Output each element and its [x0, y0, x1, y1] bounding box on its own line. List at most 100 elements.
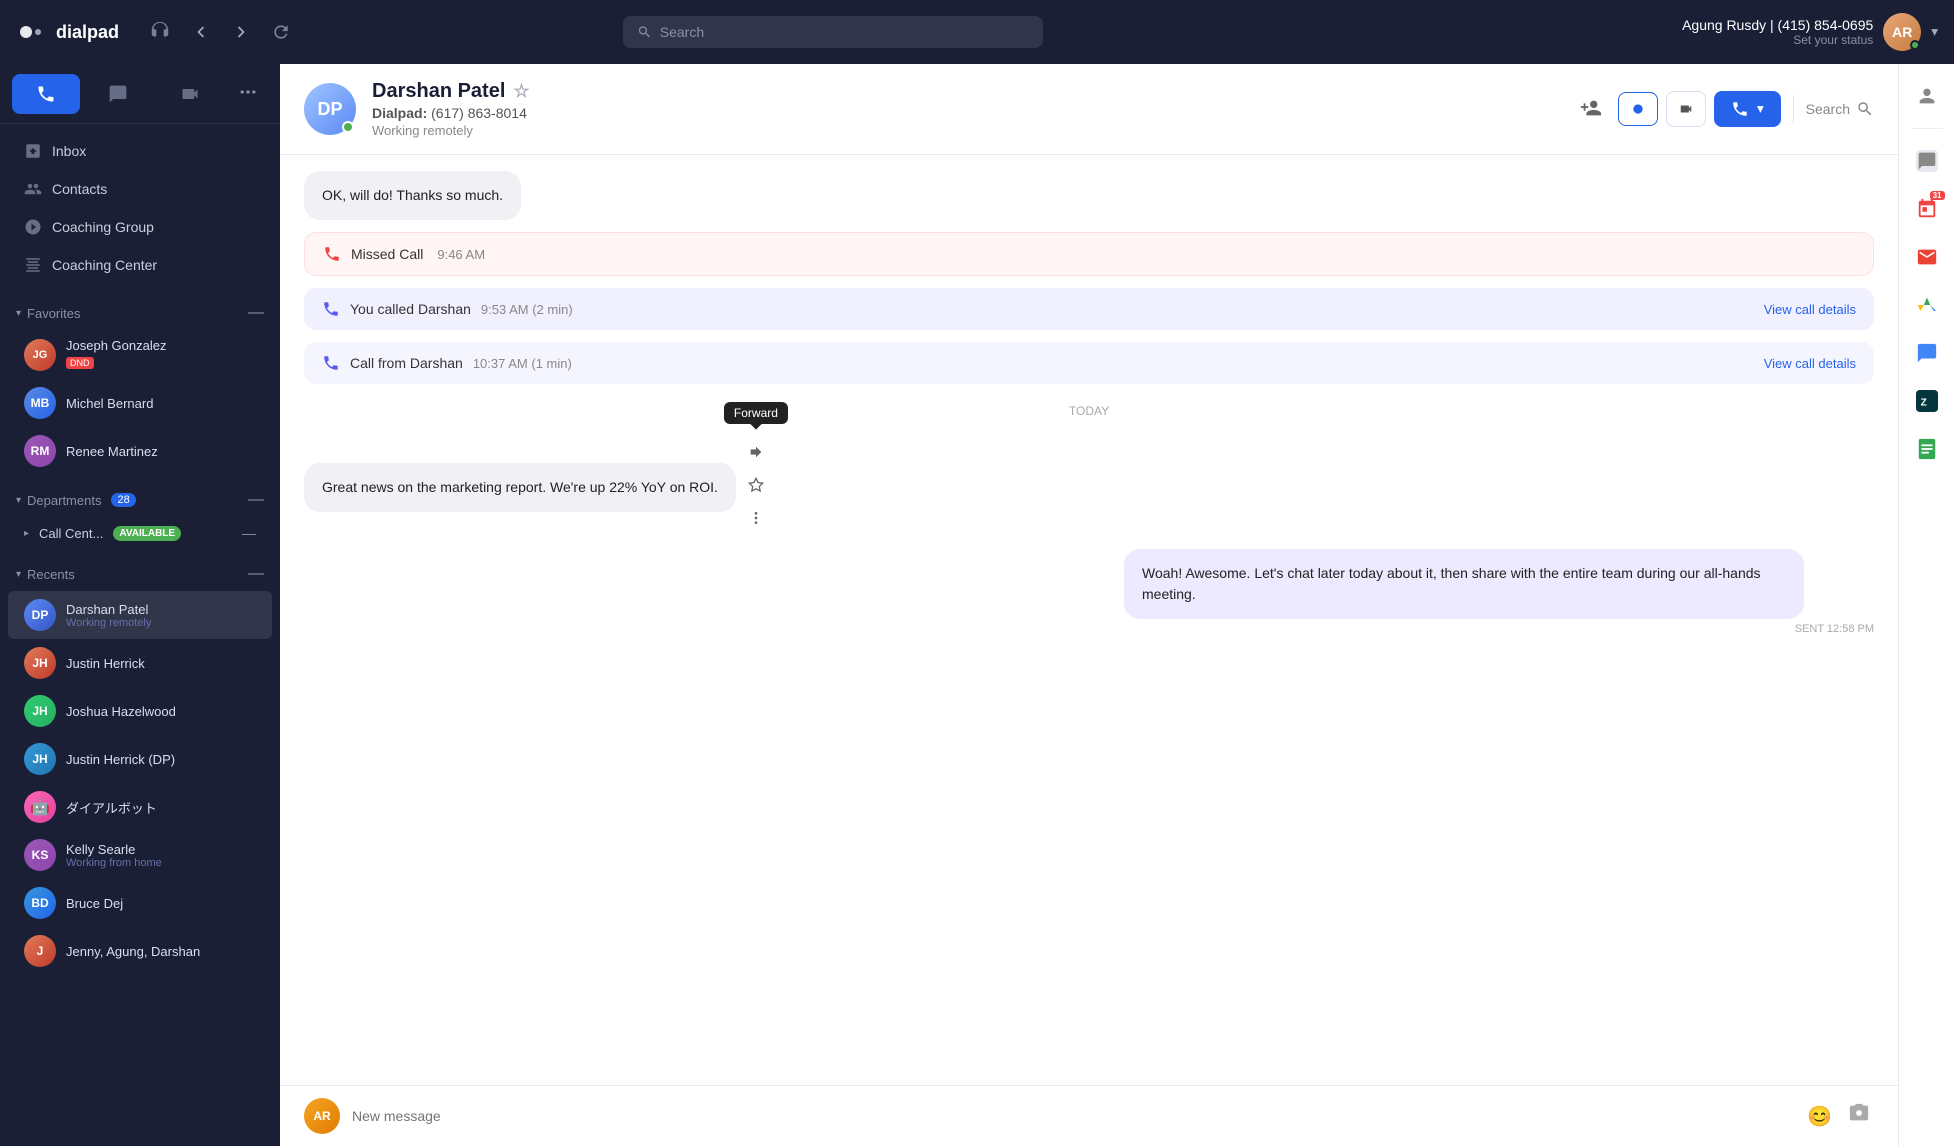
right-sheets-button[interactable]	[1907, 429, 1947, 469]
departments-label: Departments	[27, 493, 101, 508]
contact-avatar-bot: 🤖	[24, 791, 56, 823]
dept-collapse-icon[interactable]: —	[242, 525, 256, 541]
contact-info-bot: ダイアルボット	[66, 798, 256, 817]
right-sidebar: 31 Z	[1898, 64, 1954, 1146]
message-input-area: AR 😊	[280, 1085, 1898, 1146]
departments-header[interactable]: ▾ Departments 28 —	[0, 483, 280, 517]
contact-michel-bernard[interactable]: MB Michel Bernard	[8, 379, 272, 427]
headset-icon[interactable]	[143, 15, 177, 49]
recent-justin-herrick-dp[interactable]: JH Justin Herrick (DP)	[8, 735, 272, 783]
dept-call-center[interactable]: ▸ Call Cent... AVAILABLE —	[8, 517, 272, 549]
sidebar-item-label-contacts: Contacts	[52, 181, 107, 197]
contact-name-bruce: Bruce Dej	[66, 896, 256, 911]
video-button[interactable]	[1666, 91, 1706, 127]
contact-name-justin: Justin Herrick	[66, 656, 256, 671]
favorites-header[interactable]: ▾ Favorites —	[0, 296, 280, 330]
missed-call-time: 9:46 AM	[437, 247, 485, 262]
messages-area: OK, will do! Thanks so much. Missed Call…	[280, 155, 1898, 1085]
add-person-button[interactable]	[1572, 89, 1610, 130]
recent-darshan-patel[interactable]: DP Darshan Patel Working remotely	[8, 591, 272, 639]
recents-header[interactable]: ▾ Recents —	[0, 557, 280, 591]
dept-name: Call Cent...	[39, 526, 103, 541]
tab-more[interactable]	[228, 72, 268, 115]
tab-chat[interactable]	[84, 74, 152, 114]
forward-button-msg[interactable]	[742, 438, 770, 471]
contact-avatar-jenny: J	[24, 935, 56, 967]
recent-justin-herrick[interactable]: JH Justin Herrick	[8, 639, 272, 687]
right-zendesk-button[interactable]: Z	[1907, 381, 1947, 421]
favorites-collapse[interactable]: —	[248, 304, 264, 322]
recent-jenny-agung-darshan[interactable]: J Jenny, Agung, Darshan	[8, 927, 272, 975]
tab-phone[interactable]	[12, 74, 80, 114]
right-chat-button[interactable]	[1907, 141, 1947, 181]
back-button[interactable]	[185, 16, 217, 48]
view-call-details-3[interactable]: View call details	[1764, 356, 1856, 371]
sent-message-container: Woah! Awesome. Let's chat later today ab…	[1124, 549, 1874, 635]
right-person-button[interactable]	[1907, 76, 1947, 116]
search-bar[interactable]	[623, 16, 1043, 48]
input-actions: 😊	[1803, 1098, 1874, 1134]
input-user-avatar: AR	[304, 1098, 340, 1134]
message-row-1: OK, will do! Thanks so much.	[304, 171, 1874, 220]
sidebar: Inbox Contacts Coaching Group Coaching C…	[0, 64, 280, 1146]
recents-section: ▾ Recents — DP Darshan Patel Working rem…	[0, 553, 280, 979]
call-button-label: ▾	[1757, 101, 1764, 117]
contact-info-kelly: Kelly Searle Working from home	[66, 842, 256, 869]
right-drive-button[interactable]	[1907, 285, 1947, 325]
sidebar-item-coaching-center[interactable]: Coaching Center	[8, 246, 272, 284]
recent-dial-bot[interactable]: 🤖 ダイアルボット	[8, 783, 272, 831]
tab-video[interactable]	[156, 74, 224, 114]
right-gmail-button[interactable]	[1907, 237, 1947, 277]
chat-area: DP Darshan Patel ☆ Dialpad: (617) 863-80…	[280, 64, 1898, 1146]
chat-contact-avatar: DP	[304, 83, 356, 135]
contact-name-bot: ダイアルボット	[66, 798, 256, 817]
recent-joshua-hazelwood[interactable]: JH Joshua Hazelwood	[8, 687, 272, 735]
chat-actions: ▾ Search	[1572, 89, 1874, 130]
message-input[interactable]	[352, 1108, 1791, 1124]
tooltip-arrow	[750, 418, 761, 429]
departments-collapse[interactable]: —	[248, 491, 264, 509]
sidebar-item-coaching-group[interactable]: Coaching Group	[8, 208, 272, 246]
header-search[interactable]: Search	[1806, 100, 1874, 118]
contact-name-darshan: Darshan Patel	[66, 602, 256, 617]
view-call-details-2[interactable]: View call details	[1764, 302, 1856, 317]
chat-contact-info: Darshan Patel ☆ Dialpad: (617) 863-8014 …	[372, 80, 1556, 138]
contact-name-joseph: Joseph Gonzalez	[66, 338, 256, 353]
sidebar-item-contacts[interactable]: Contacts	[8, 170, 272, 208]
emoji-button[interactable]: 😊	[1803, 1100, 1836, 1133]
app-logo[interactable]: dialpad	[16, 16, 119, 48]
outgoing-call-event: You called Darshan 9:53 AM (2 min) View …	[304, 288, 1874, 330]
recents-collapse[interactable]: —	[248, 565, 264, 583]
search-input[interactable]	[660, 24, 1029, 40]
incoming-call-time: 10:37 AM (1 min)	[473, 356, 572, 371]
user-menu-chevron[interactable]: ▾	[1931, 24, 1938, 40]
star-message-button[interactable]	[742, 471, 770, 504]
chat-contact-name: Darshan Patel ☆	[372, 80, 1556, 103]
call-button[interactable]: ▾	[1714, 91, 1781, 127]
recent-bruce-dej[interactable]: BD Bruce Dej	[8, 879, 272, 927]
user-avatar-wrapper[interactable]: AR	[1883, 13, 1921, 51]
favorite-star-icon[interactable]: ☆	[513, 81, 529, 102]
sent-timestamp: SENT 12:58 PM	[1124, 623, 1874, 635]
right-calendar-button[interactable]: 31	[1907, 189, 1947, 229]
record-button[interactable]	[1618, 92, 1658, 126]
message-bubble-2: Great news on the marketing report. We'r…	[304, 463, 736, 512]
contact-info-bruce: Bruce Dej	[66, 896, 256, 911]
avail-badge: AVAILABLE	[113, 526, 181, 541]
forward-button[interactable]	[225, 16, 257, 48]
incoming-call-event: Call from Darshan 10:37 AM (1 min) View …	[304, 342, 1874, 384]
dept-expand-icon: ▸	[24, 528, 29, 539]
refresh-button[interactable]	[265, 16, 297, 48]
camera-button[interactable]	[1844, 1098, 1874, 1134]
contact-joseph-gonzalez[interactable]: JG Joseph Gonzalez DND	[8, 330, 272, 379]
contact-name-kelly: Kelly Searle	[66, 842, 256, 857]
contact-info-joshua: Joshua Hazelwood	[66, 704, 256, 719]
sidebar-item-inbox[interactable]: Inbox	[8, 132, 272, 170]
recent-kelly-searle[interactable]: KS Kelly Searle Working from home	[8, 831, 272, 879]
right-chat2-button[interactable]	[1907, 333, 1947, 373]
message-action-group: Forward	[742, 438, 770, 537]
contact-avatar-justin-dp: JH	[24, 743, 56, 775]
more-options-button[interactable]	[742, 504, 770, 537]
contact-renee-martinez[interactable]: RM Renee Martinez	[8, 427, 272, 475]
contact-avatar-michel: MB	[24, 387, 56, 419]
